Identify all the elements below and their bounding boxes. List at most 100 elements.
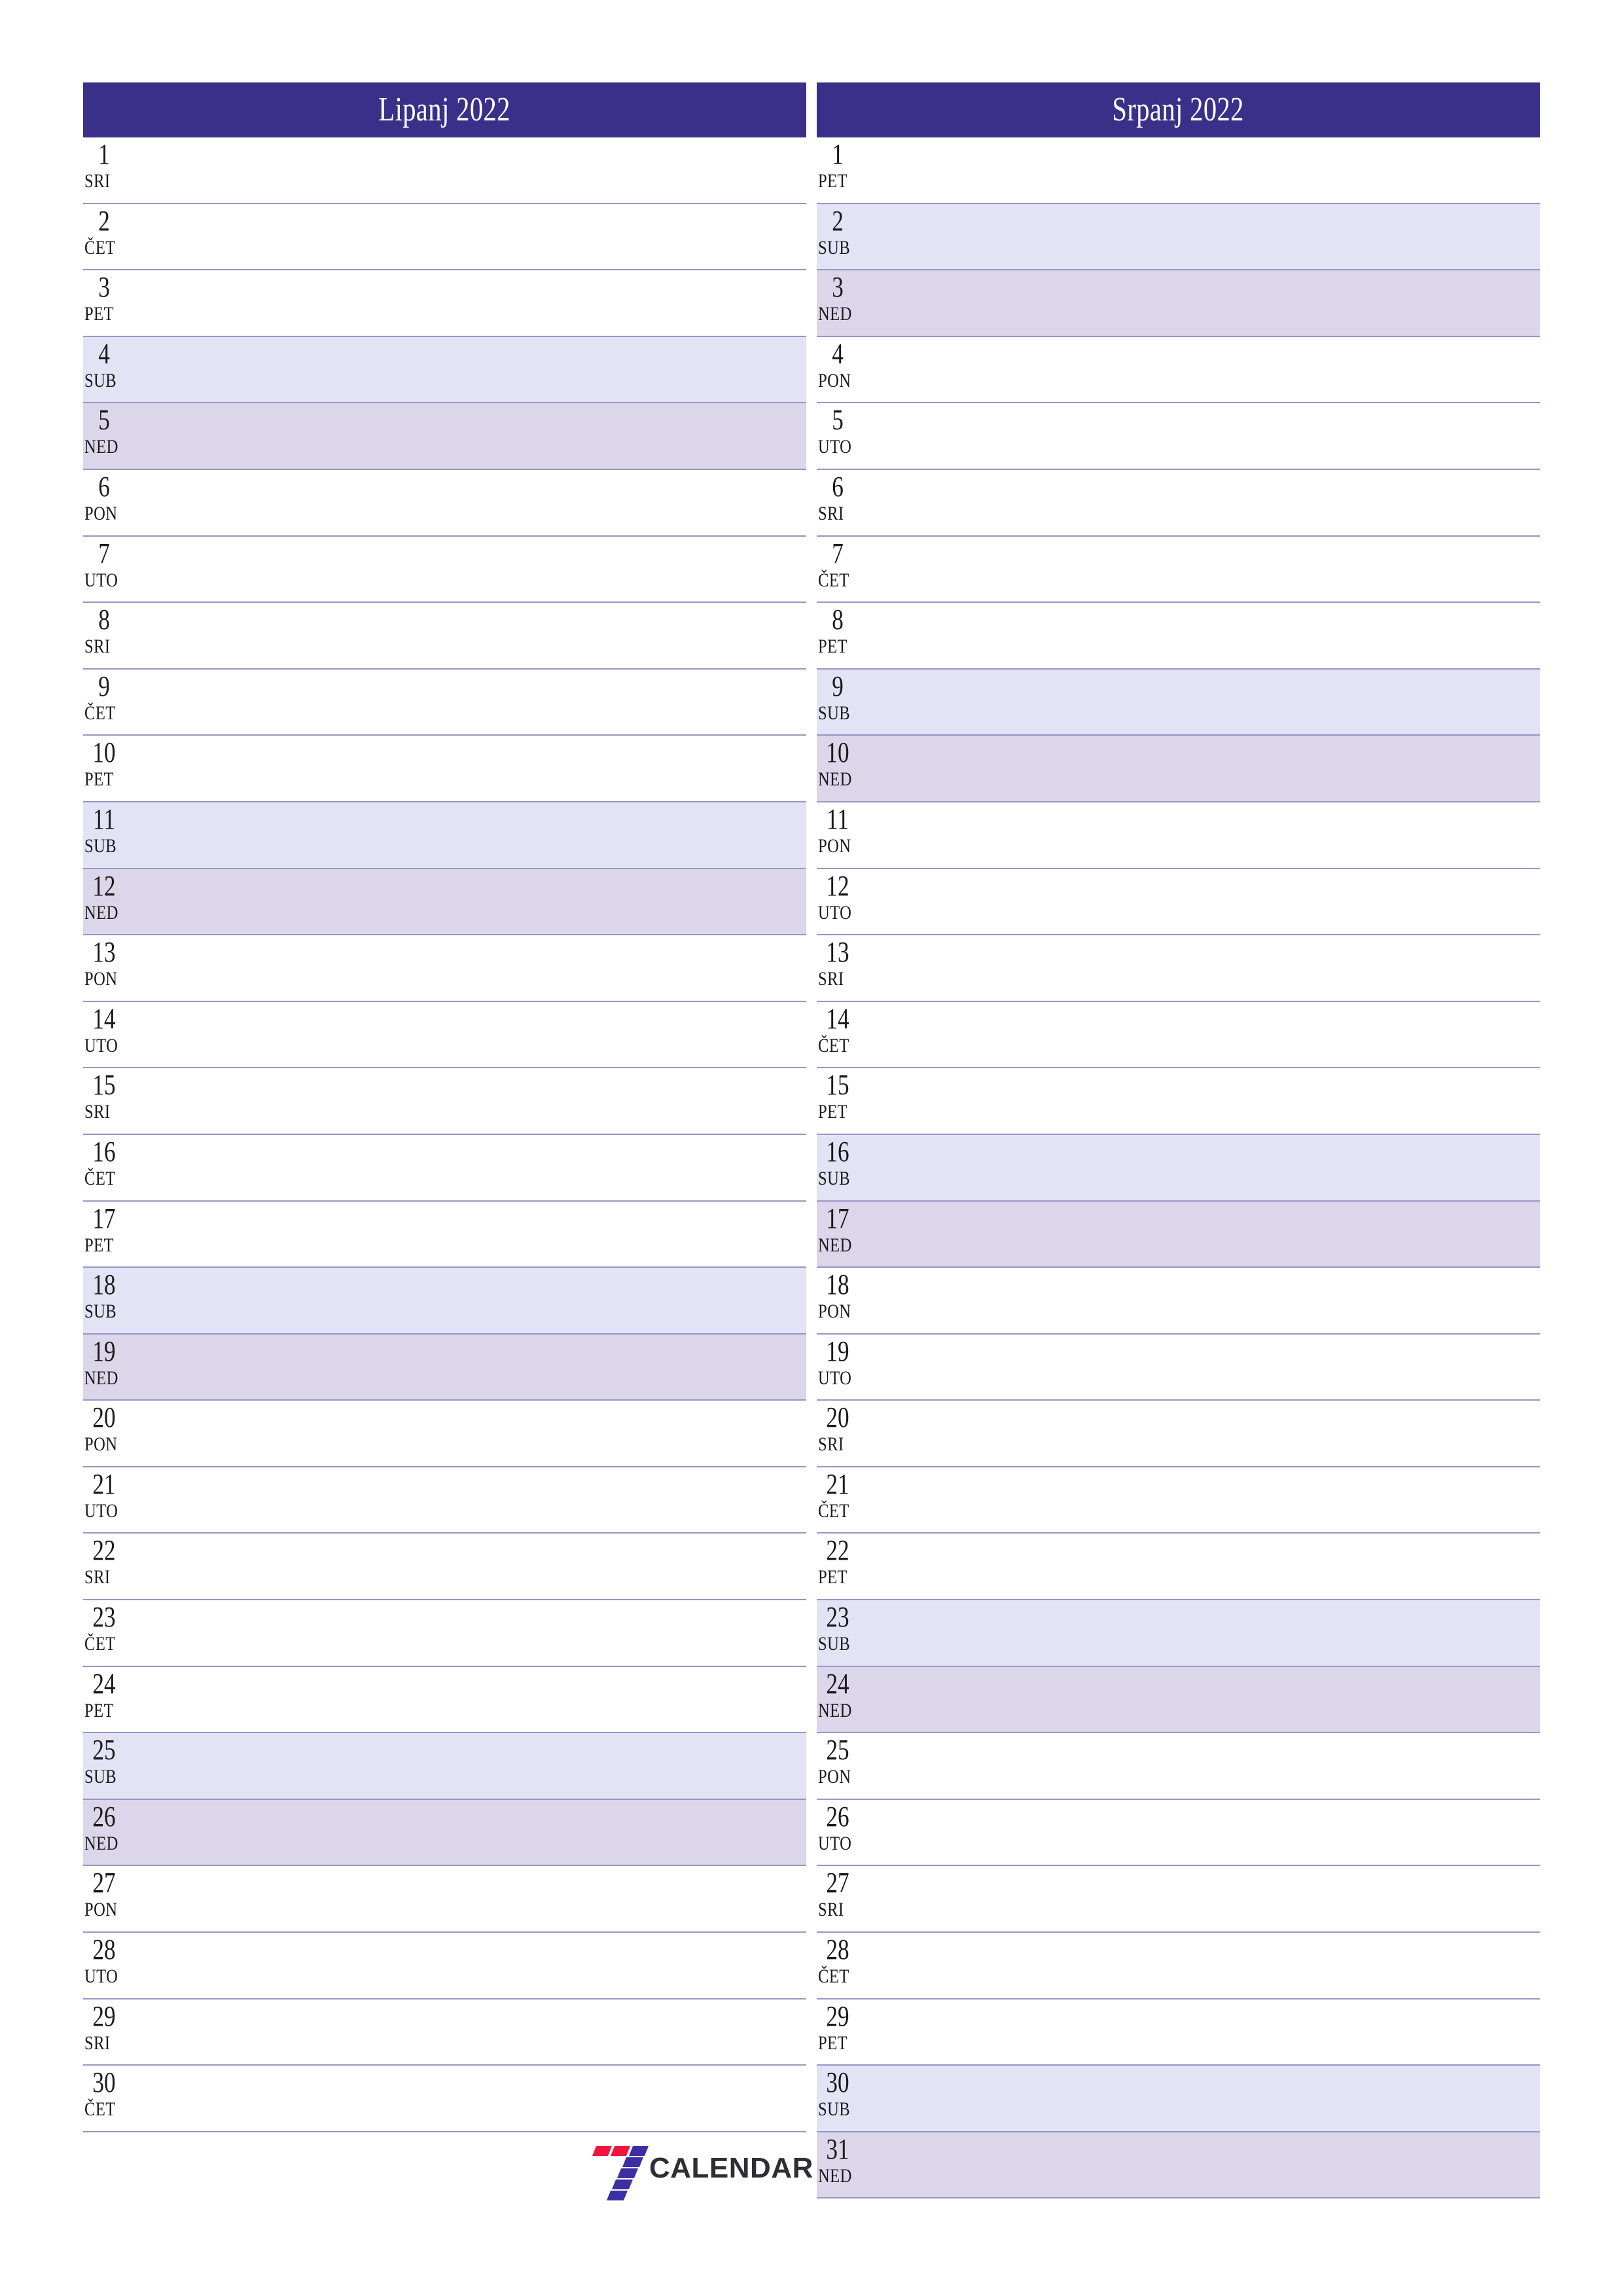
day-row[interactable]: 11 PON xyxy=(817,802,1540,869)
day-row[interactable]: 31 NED xyxy=(817,2132,1540,2199)
day-row[interactable]: 12 NED xyxy=(83,869,806,936)
day-row[interactable]: 5 NED xyxy=(83,403,806,470)
day-number: 6 xyxy=(98,470,110,503)
day-row[interactable]: 6 PON xyxy=(83,469,806,537)
day-weekday-label: PET xyxy=(84,768,114,791)
day-row[interactable]: 25 SUB xyxy=(83,1733,806,1800)
day-number: 29 xyxy=(92,2000,116,2032)
day-row[interactable]: 14 ČET xyxy=(817,1001,1540,1069)
day-weekday-label: PON xyxy=(84,1899,118,1921)
day-row[interactable]: 26 NED xyxy=(83,1799,806,1867)
day-row[interactable]: 15 SRI xyxy=(83,1068,806,1135)
day-number: 18 xyxy=(826,1268,849,1301)
day-weekday-label: NED xyxy=(818,768,852,791)
day-row[interactable]: 23 ČET xyxy=(83,1600,806,1667)
day-row[interactable]: 16 ČET xyxy=(83,1134,806,1202)
day-row[interactable]: 26 UTO xyxy=(817,1799,1540,1867)
day-weekday-label: NED xyxy=(84,901,118,924)
day-row[interactable]: 8 SRI xyxy=(83,603,806,670)
day-row[interactable]: 15 PET xyxy=(817,1068,1540,1135)
day-row[interactable]: 6 SRI xyxy=(817,469,1540,537)
day-row[interactable]: 20 SRI xyxy=(817,1401,1540,1467)
day-row[interactable]: 27 PON xyxy=(83,1866,806,1933)
day-row[interactable]: 19 UTO xyxy=(817,1334,1540,1401)
month-header-left: Lipanj 2022 xyxy=(83,82,806,137)
day-row[interactable]: 3 NED xyxy=(817,270,1540,337)
day-number: 24 xyxy=(826,1667,849,1700)
day-row[interactable]: 20 PON xyxy=(83,1401,806,1467)
day-row[interactable]: 4 SUB xyxy=(83,336,806,404)
day-weekday-label: PET xyxy=(84,303,114,325)
day-row[interactable]: 29 PET xyxy=(817,1999,1540,2066)
seven-logo-icon xyxy=(590,2144,649,2200)
day-row[interactable]: 19 NED xyxy=(83,1334,806,1401)
day-row[interactable]: 14 UTO xyxy=(83,1001,806,1069)
day-row[interactable]: 8 PET xyxy=(817,603,1540,670)
day-row[interactable]: 28 UTO xyxy=(83,1933,806,2000)
day-weekday-label: SRI xyxy=(818,1899,844,1921)
day-row[interactable]: 22 SRI xyxy=(83,1534,806,1601)
day-row[interactable]: 12 UTO xyxy=(817,869,1540,936)
day-row[interactable]: 18 PON xyxy=(817,1268,1540,1335)
day-row[interactable]: 5 UTO xyxy=(817,403,1540,470)
day-row[interactable]: 7 UTO xyxy=(83,536,806,603)
day-row[interactable]: 3 PET xyxy=(83,270,806,337)
day-row[interactable]: 7 ČET xyxy=(817,536,1540,603)
day-row[interactable]: 13 SRI xyxy=(817,935,1540,1002)
day-row[interactable]: 11 SUB xyxy=(83,802,806,869)
day-number: 3 xyxy=(832,271,844,304)
day-row[interactable]: 24 NED xyxy=(817,1666,1540,1734)
day-weekday-label: UTO xyxy=(818,901,852,924)
day-number: 11 xyxy=(93,802,115,835)
day-row[interactable]: 2 ČET xyxy=(83,204,806,271)
day-row[interactable]: 1 PET xyxy=(817,137,1540,204)
day-row[interactable]: 10 PET xyxy=(83,736,806,802)
day-weekday-label: NED xyxy=(818,1234,852,1256)
day-row[interactable]: 1 SRI xyxy=(83,137,806,204)
day-weekday-label: SRI xyxy=(818,968,844,990)
day-number: 12 xyxy=(826,869,849,902)
day-row[interactable]: 30 ČET xyxy=(83,2066,806,2132)
day-weekday-label: SUB xyxy=(84,369,117,391)
day-weekday-label: SUB xyxy=(84,1766,117,1788)
day-number: 22 xyxy=(826,1534,849,1567)
day-row[interactable]: 17 PET xyxy=(83,1201,806,1268)
day-row[interactable]: 10 NED xyxy=(817,736,1540,802)
day-number: 19 xyxy=(826,1335,849,1367)
day-number: 3 xyxy=(98,271,110,304)
day-weekday-label: PON xyxy=(818,834,851,857)
day-number: 13 xyxy=(826,936,849,969)
day-number: 26 xyxy=(826,1800,849,1833)
day-number: 18 xyxy=(92,1268,116,1301)
day-row[interactable]: 2 SUB xyxy=(817,204,1540,271)
day-weekday-label: SRI xyxy=(84,2032,111,2054)
month-column-left: Lipanj 2022 1 SRI 2 ČET 3 PET 4 SUB 5 NED 6 PON 7 UTO… xyxy=(83,82,806,2198)
day-row[interactable]: 29 SRI xyxy=(83,1999,806,2066)
day-row[interactable]: 9 ČET xyxy=(83,669,806,736)
day-number: 1 xyxy=(832,138,844,170)
day-row[interactable]: 28 ČET xyxy=(817,1933,1540,2000)
day-row[interactable]: 24 PET xyxy=(83,1666,806,1734)
day-row[interactable]: 13 PON xyxy=(83,935,806,1002)
day-number: 26 xyxy=(92,1800,116,1833)
day-row[interactable]: 23 SUB xyxy=(817,1600,1540,1667)
day-weekday-label: PET xyxy=(818,636,847,658)
day-row[interactable]: 16 SUB xyxy=(817,1134,1540,1202)
month-title-right: Srpanj 2022 xyxy=(1112,91,1245,128)
day-weekday-label: UTO xyxy=(818,436,852,458)
day-row[interactable]: 25 PON xyxy=(817,1733,1540,1800)
day-row[interactable]: 17 NED xyxy=(817,1201,1540,1268)
day-row[interactable]: 18 SUB xyxy=(83,1268,806,1335)
day-weekday-label: SRI xyxy=(818,1433,844,1456)
day-row[interactable]: 4 PON xyxy=(817,336,1540,404)
day-number: 20 xyxy=(92,1401,116,1434)
day-row[interactable]: 9 SUB xyxy=(817,669,1540,736)
brand-logo: CALENDAR xyxy=(590,2144,813,2200)
day-weekday-label: UTO xyxy=(84,1965,118,1988)
day-row[interactable]: 22 PET xyxy=(817,1534,1540,1601)
day-number: 19 xyxy=(92,1335,116,1367)
day-row[interactable]: 21 ČET xyxy=(817,1467,1540,1534)
day-row[interactable]: 21 UTO xyxy=(83,1467,806,1534)
day-row[interactable]: 27 SRI xyxy=(817,1866,1540,1933)
day-row[interactable]: 30 SUB xyxy=(817,2066,1540,2132)
